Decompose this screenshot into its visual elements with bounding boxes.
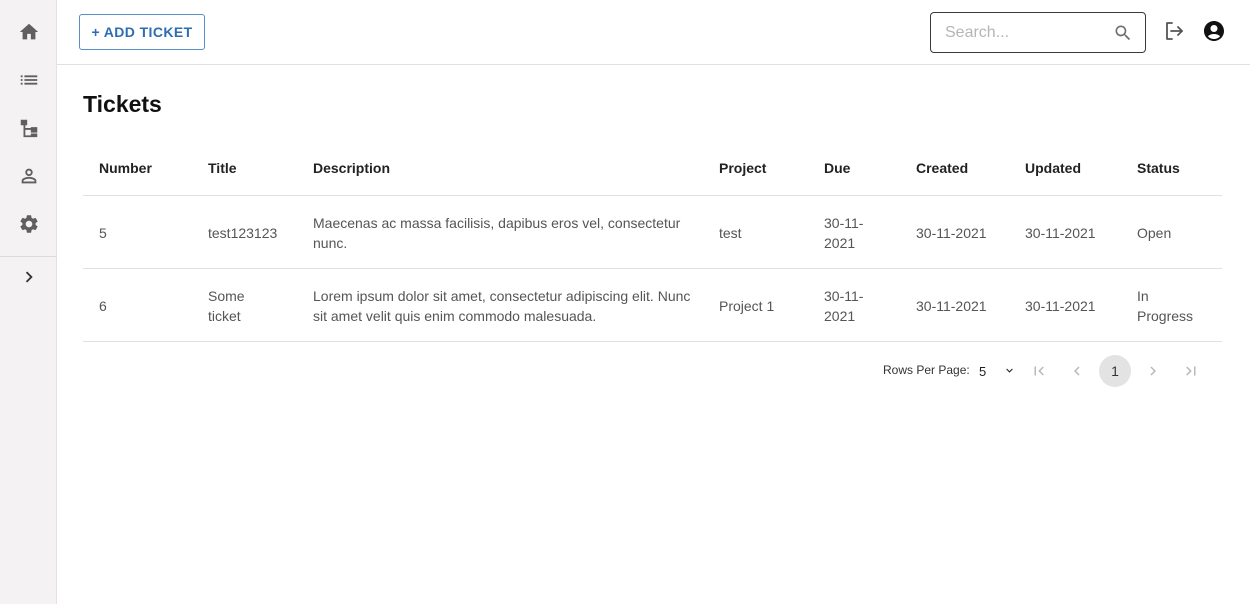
page-title: Tickets [83,91,162,117]
cell-description: Maecenas ac massa facilisis, dapibus ero… [313,214,681,251]
status-badge: Open [1137,224,1172,241]
cell-created: 30-11-2021 [916,297,987,314]
rows-per-page-label: Rows Per Page: [883,363,970,377]
current-page-button[interactable]: 1 [1099,355,1131,387]
column-header-title[interactable]: Title [208,140,237,196]
chevron-left-icon [1074,366,1080,376]
table-row[interactable]: 6 Some ticket Lorem ipsum dolor sit amet… [83,269,1222,342]
home-icon [19,23,38,40]
add-ticket-button[interactable]: + ADD TICKET [79,14,205,50]
logout-icon [1166,22,1183,40]
search-input[interactable] [945,13,1105,52]
column-header-due[interactable]: Due [824,140,850,196]
cell-project: Project 1 [719,297,775,314]
column-header-project[interactable]: Project [719,140,766,196]
last-page-button[interactable] [1175,355,1207,387]
search-box [930,12,1146,53]
sidebar-item-profile[interactable] [0,156,57,196]
logout-button[interactable] [1161,18,1187,44]
rows-per-page-value: 5 [979,363,987,379]
sidebar-item-settings[interactable] [0,204,57,244]
chevron-down-icon [1006,368,1013,373]
sidebar-item-list[interactable] [0,60,57,100]
cell-title: Some ticket [208,287,245,324]
column-header-updated[interactable]: Updated [1025,140,1081,196]
sidebar-item-projects[interactable] [0,108,57,148]
cell-number: 6 [99,297,107,314]
cell-title: test123123 [208,224,278,241]
account-circle-icon [1204,21,1224,41]
first-page-icon [1034,366,1044,376]
top-bar: + ADD TICKET [57,0,1250,65]
cell-due: 30-11-2021 [824,287,864,324]
pagination: Rows Per Page: 5 1 [83,355,1222,387]
cell-created: 30-11-2021 [916,224,987,241]
status-badge: In Progress [1137,287,1194,324]
cell-updated: 30-11-2021 [1025,297,1096,314]
next-page-button[interactable] [1137,355,1169,387]
tickets-table: Number Title Description Project Due Cre… [83,140,1222,342]
person-icon [21,168,36,184]
account-button[interactable] [1201,18,1227,44]
column-header-created[interactable]: Created [916,140,968,196]
app-root: + ADD TICKET Tickets Number Title Descri… [0,0,1250,604]
cell-updated: 30-11-2021 [1025,224,1096,241]
column-header-status[interactable]: Status [1137,140,1180,196]
column-header-number[interactable]: Number [99,140,152,196]
table-header: Number Title Description Project Due Cre… [83,140,1222,196]
rows-per-page-select[interactable]: 5 [979,361,1019,381]
cell-project: test [719,224,742,241]
first-page-button[interactable] [1023,355,1055,387]
cell-due: 30-11-2021 [824,214,864,251]
sidebar-item-home[interactable] [0,12,57,52]
column-header-description[interactable]: Description [313,140,390,196]
list-icon [20,75,37,85]
gear-icon [19,215,38,233]
chevron-right-icon [25,271,33,283]
previous-page-button[interactable] [1061,355,1093,387]
last-page-icon [1186,366,1196,376]
sidebar [0,0,57,604]
chevron-right-icon [1150,366,1156,376]
table-row[interactable]: 5 test123123 Maecenas ac massa facilisis… [83,196,1222,269]
hierarchy-icon [20,119,37,138]
cell-number: 5 [99,224,107,241]
cell-description: Lorem ipsum dolor sit amet, consectetur … [313,287,691,324]
sidebar-expand-button[interactable] [0,257,57,297]
search-icon[interactable] [1113,23,1133,43]
